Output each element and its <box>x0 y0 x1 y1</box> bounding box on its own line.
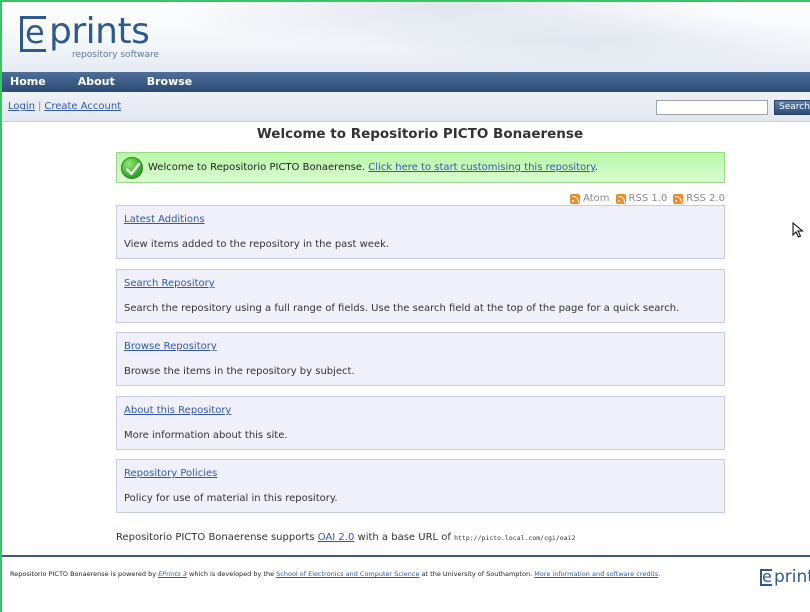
box-title-link[interactable]: Browse Repository <box>124 341 217 352</box>
welcome-message: Welcome to Repositorio PICTO Bonaerense.… <box>116 152 725 183</box>
feed-label: RSS 2.0 <box>686 193 725 204</box>
feed-atom[interactable]: Atom <box>570 193 610 204</box>
box-title-link[interactable]: Repository Policies <box>124 468 217 479</box>
eprints-link[interactable]: EPrints 3 <box>158 570 187 578</box>
box-description: View items added to the repository in th… <box>124 239 390 250</box>
nav-about[interactable]: About <box>60 72 129 92</box>
oai-info: Repositorio PICTO Bonaerense supports OA… <box>116 532 575 543</box>
site-footer: Repositorio PICTO Bonaerense is powered … <box>2 555 810 612</box>
rss-icon <box>615 193 626 204</box>
box-repository-policies: Repository Policies Policy for use of ma… <box>116 459 725 513</box>
search-button[interactable]: Search <box>774 100 810 115</box>
box-description: More information about this site. <box>124 430 288 441</box>
box-latest-additions: Latest Additions View items added to the… <box>116 205 725 259</box>
credits-link[interactable]: More information and software credits <box>534 570 658 578</box>
logo-word: print <box>774 567 810 587</box>
footer-text: Repositorio PICTO Bonaerense is powered … <box>10 570 740 579</box>
box-title-link[interactable]: Search Repository <box>124 278 215 289</box>
box-description: Browse the items in the repository by su… <box>124 366 355 377</box>
oai-link[interactable]: OAI 2.0 <box>318 532 355 543</box>
box-search-repository: Search Repository Search the repository … <box>116 269 725 323</box>
logo-word: prints <box>49 11 150 52</box>
create-account-link[interactable]: Create Account <box>44 101 121 112</box>
box-description: Search the repository using a full range… <box>124 303 680 314</box>
welcome-trail: . <box>594 162 598 173</box>
login-link[interactable]: Login <box>8 101 35 112</box>
page-title: Welcome to Repositorio PICTO Bonaerense <box>256 126 584 142</box>
header-decoration <box>362 12 810 72</box>
logo-e: e <box>762 567 772 586</box>
feed-rss1[interactable]: RSS 1.0 <box>615 193 668 204</box>
oai-base-url: http://picto.local.com/cgi/oai2 <box>454 534 576 542</box>
feed-links: Atom RSS 1.0 RSS 2.0 <box>568 193 725 204</box>
logo-e: e <box>25 13 45 51</box>
box-title-link[interactable]: About this Repository <box>124 405 231 416</box>
user-bar: Login | Create Account Search <box>2 92 810 122</box>
rss-icon <box>570 193 581 204</box>
site-header: e prints repository software <box>2 2 810 72</box>
nav-browse[interactable]: Browse <box>129 72 207 92</box>
box-about-repository: About this Repository More information a… <box>116 396 725 450</box>
nav-home[interactable]: Home <box>2 72 60 92</box>
welcome-label: Welcome to Repositorio PICTO Bonaerense. <box>148 162 366 173</box>
box-title-link[interactable]: Latest Additions <box>124 214 205 225</box>
search-input[interactable] <box>656 100 768 115</box>
footer-t1: Repositorio PICTO Bonaerense is powered … <box>10 570 157 578</box>
link-separator: | <box>37 101 42 112</box>
rss-icon <box>673 193 684 204</box>
feed-label: RSS 1.0 <box>628 193 668 204</box>
box-browse-repository: Browse Repository Browse the items in th… <box>116 332 725 386</box>
box-description: Policy for use of material in this repos… <box>124 493 338 504</box>
account-links: Login | Create Account <box>8 101 121 112</box>
feed-rss2[interactable]: RSS 2.0 <box>673 193 725 204</box>
feed-label: Atom <box>583 193 610 204</box>
school-link[interactable]: School of Electronics and Computer Scien… <box>276 570 419 578</box>
oai-middle: with a base URL of <box>357 532 451 543</box>
customise-link[interactable]: Click here to start customising this rep… <box>368 162 594 173</box>
check-icon <box>121 157 143 179</box>
mouse-cursor-icon <box>792 221 804 242</box>
logo-tagline: repository software <box>72 50 160 60</box>
main-nav: Home About Browse <box>2 72 810 92</box>
welcome-text: Welcome to Repositorio PICTO Bonaerense.… <box>148 162 598 173</box>
footer-t2: which is developed by the <box>189 570 275 578</box>
footer-t3: at the University of Southampton. <box>421 570 533 578</box>
footer-t4: . <box>658 570 661 578</box>
oai-prefix: Repositorio PICTO Bonaerense supports <box>116 532 315 543</box>
